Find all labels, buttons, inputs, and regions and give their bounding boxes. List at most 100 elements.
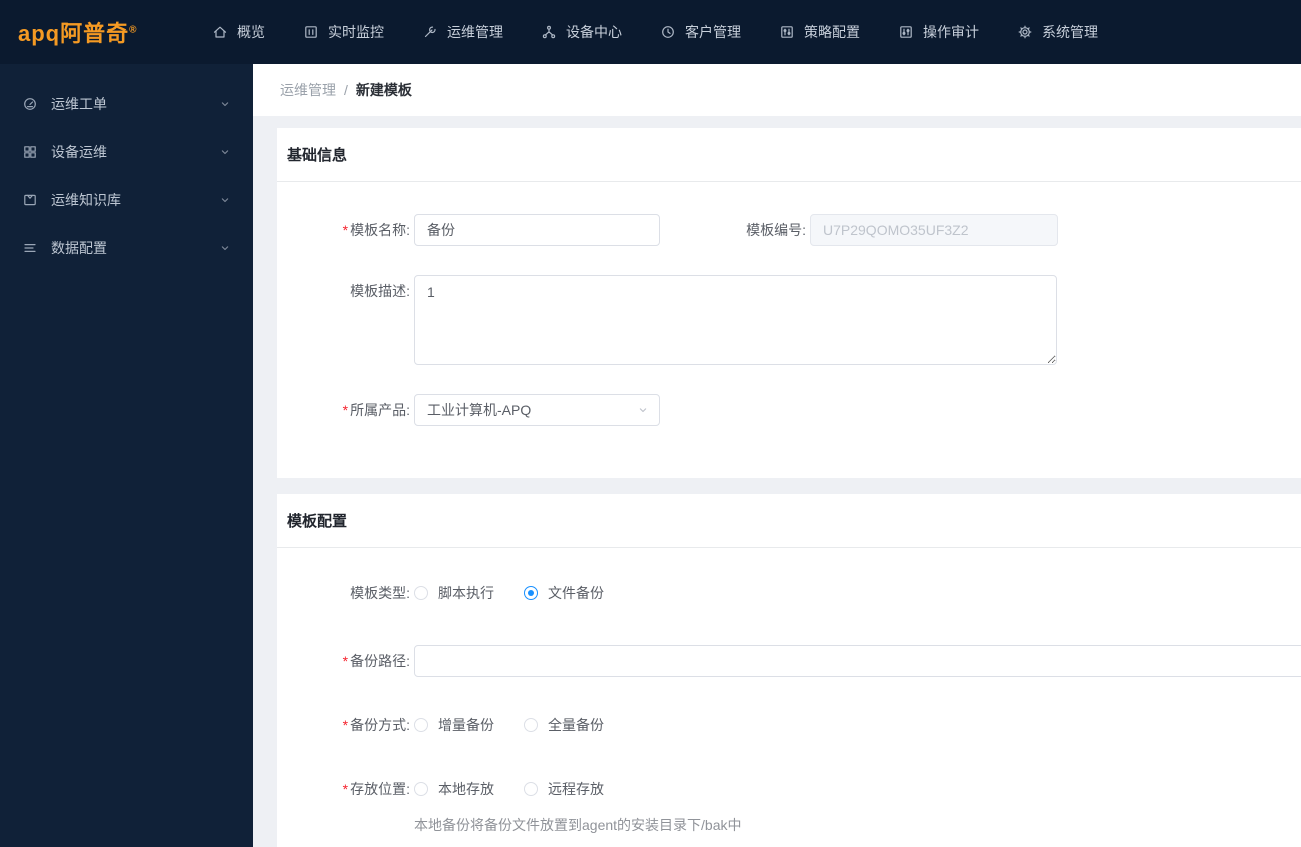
radio-incremental-backup[interactable]: 增量备份 <box>414 715 494 735</box>
top-navbar: apq阿普奇® 概览 实时监控 运维管理 设备中心 客户管理 策略配置 操作审计… <box>0 0 1301 64</box>
form-row-storage-location: * 存放位置: 本地存放 远程存放 <box>277 777 1301 801</box>
nav-item-label: 策略配置 <box>804 24 860 40</box>
radio-script-execution[interactable]: 脚本执行 <box>414 583 494 603</box>
nav-item-policy-config[interactable]: 策略配置 <box>779 22 860 42</box>
main-content: 运维管理 / 新建模板 基础信息 *模板名称: 模板编号: <box>253 64 1301 847</box>
radio-label: 文件备份 <box>548 585 604 601</box>
form-row-backup-path: * 备份路径: <box>277 645 1301 677</box>
radio-label: 增量备份 <box>438 717 494 733</box>
backup-path-input[interactable] <box>414 645 1301 677</box>
list-lines-icon <box>22 240 38 256</box>
nav-item-label: 运维管理 <box>447 24 503 40</box>
template-code-input <box>810 214 1058 246</box>
breadcrumb: 运维管理 / 新建模板 <box>253 64 1301 116</box>
nav-item-operation-audit[interactable]: 操作审计 <box>898 22 979 42</box>
radio-local-storage[interactable]: 本地存放 <box>414 779 494 799</box>
nav-item-realtime-monitor[interactable]: 实时监控 <box>303 22 384 42</box>
sidebar: 运维工单 设备运维 运维知识库 数据配置 <box>0 64 253 847</box>
home-icon <box>212 24 228 40</box>
monitor-icon <box>303 24 319 40</box>
breadcrumb-current: 新建模板 <box>355 82 412 98</box>
required-marker: * <box>342 781 349 797</box>
sidebar-item-label: 运维工单 <box>51 96 107 112</box>
nav-item-system-management[interactable]: 系统管理 <box>1017 22 1098 42</box>
audit-sliders-icon <box>898 24 914 40</box>
radio-icon[interactable] <box>414 586 428 600</box>
required-marker: * <box>342 717 349 733</box>
brand-logo[interactable]: apq阿普奇® <box>0 16 212 48</box>
template-type-label: 模板类型: <box>350 585 410 601</box>
radio-file-backup[interactable]: 文件备份 <box>524 583 604 603</box>
radio-icon[interactable] <box>524 586 538 600</box>
knowledge-book-icon <box>22 192 38 208</box>
clock-icon <box>660 24 676 40</box>
radio-icon[interactable] <box>414 718 428 732</box>
form-row-template-name: *模板名称: 模板编号: <box>277 214 1301 246</box>
radio-label: 远程存放 <box>548 781 604 797</box>
sitemap-icon <box>541 24 557 40</box>
radio-label: 脚本执行 <box>438 585 494 601</box>
sidebar-item-ops-tickets[interactable]: 运维工单 <box>0 80 253 128</box>
chevron-down-icon <box>219 242 231 254</box>
product-select[interactable]: 工业计算机-APQ <box>414 394 660 426</box>
form-row-product: * 所属产品: 工业计算机-APQ <box>277 394 1301 426</box>
chevron-down-icon <box>219 146 231 158</box>
grid-icon <box>22 144 38 160</box>
template-code-label: 模板编号: <box>746 222 806 238</box>
nav-item-label: 系统管理 <box>1042 24 1098 40</box>
product-label: * 所属产品: <box>342 402 410 418</box>
product-select-value: 工业计算机-APQ <box>427 402 532 418</box>
brand-logo-text: apq阿普奇 <box>18 21 130 46</box>
radio-full-backup[interactable]: 全量备份 <box>524 715 604 735</box>
chevron-down-icon <box>219 98 231 110</box>
radio-icon[interactable] <box>414 782 428 796</box>
radio-label: 本地存放 <box>438 781 494 797</box>
storage-location-label: * 存放位置: <box>342 781 410 797</box>
breadcrumb-separator: / <box>344 82 348 98</box>
sidebar-item-ops-knowledge-base[interactable]: 运维知识库 <box>0 176 253 224</box>
nav-item-overview[interactable]: 概览 <box>212 22 265 42</box>
template-config-card: 模板配置 模板类型: 脚本执行 文件备份 * 备份路径: * 备份方式: 增量备… <box>277 494 1301 847</box>
nav-item-label: 实时监控 <box>328 24 384 40</box>
template-desc-label: 模板描述: <box>350 283 410 299</box>
sidebar-item-device-ops[interactable]: 设备运维 <box>0 128 253 176</box>
template-name-label: * 模板名称: <box>342 222 410 238</box>
sliders-icon <box>779 24 795 40</box>
template-name-input[interactable] <box>414 214 660 246</box>
form-row-template-type: 模板类型: 脚本执行 文件备份 <box>277 581 1301 605</box>
chevron-down-icon <box>637 404 649 416</box>
nav-item-customer-management[interactable]: 客户管理 <box>660 22 741 42</box>
required-marker: * <box>342 653 349 669</box>
template-config-title: 模板配置 <box>277 494 1301 548</box>
required-marker: * <box>342 402 349 418</box>
nav-item-label: 客户管理 <box>685 24 741 40</box>
basic-info-title: 基础信息 <box>277 128 1301 182</box>
nav-item-label: 概览 <box>237 24 265 40</box>
breadcrumb-parent-link[interactable]: 运维管理 <box>280 80 336 100</box>
local-backup-hint: 本地备份将备份文件放置到agent的安装目录下/bak中 <box>414 817 742 833</box>
backup-mode-label: * 备份方式: <box>342 717 410 733</box>
form-row-template-desc: 模板描述: 1 <box>277 275 1301 365</box>
required-marker: * <box>342 222 349 238</box>
nav-item-ops-management[interactable]: 运维管理 <box>422 22 503 42</box>
nav-item-device-center[interactable]: 设备中心 <box>541 22 622 42</box>
gauge-icon <box>22 96 38 112</box>
sidebar-item-label: 设备运维 <box>51 144 107 160</box>
radio-label: 全量备份 <box>548 717 604 733</box>
basic-info-card: 基础信息 *模板名称: 模板编号: 模板描述: <box>277 128 1301 478</box>
trademark-symbol: ® <box>129 24 138 36</box>
sidebar-item-data-config[interactable]: 数据配置 <box>0 224 253 272</box>
radio-icon[interactable] <box>524 718 538 732</box>
gear-icon <box>1017 24 1033 40</box>
sidebar-item-label: 运维知识库 <box>51 192 121 208</box>
chevron-down-icon <box>219 194 231 206</box>
backup-path-label: * 备份路径: <box>342 653 410 669</box>
template-desc-textarea[interactable]: 1 <box>414 275 1057 365</box>
radio-icon[interactable] <box>524 782 538 796</box>
wrench-icon <box>422 24 438 40</box>
nav-item-label: 设备中心 <box>566 24 622 40</box>
form-row-backup-mode: * 备份方式: 增量备份 全量备份 <box>277 713 1301 737</box>
nav-item-label: 操作审计 <box>923 24 979 40</box>
sidebar-item-label: 数据配置 <box>51 240 107 256</box>
radio-remote-storage[interactable]: 远程存放 <box>524 779 604 799</box>
